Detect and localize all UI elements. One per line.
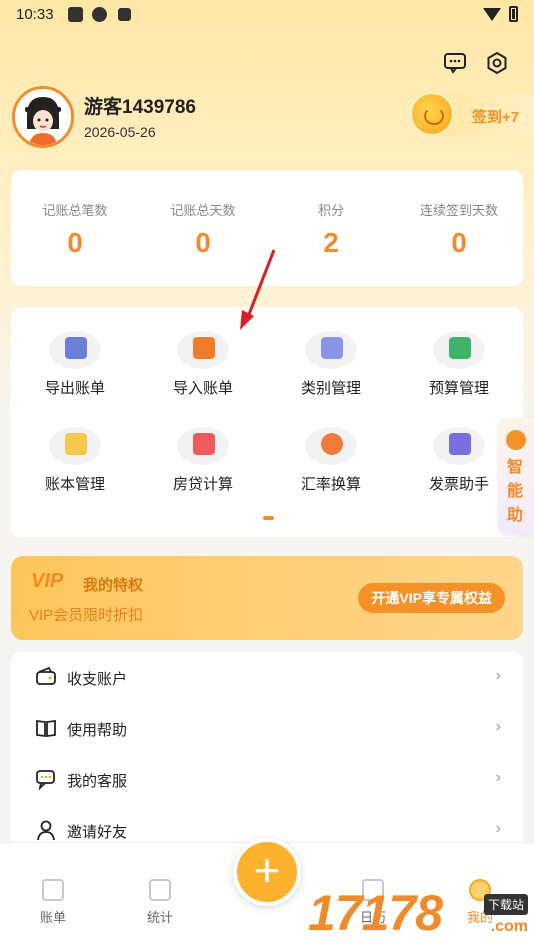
settings-icon[interactable]: [482, 48, 512, 78]
chevron-right-icon: ›: [495, 820, 501, 837]
tool-budget-management[interactable]: 预算管理: [395, 331, 523, 398]
notification-icon: [68, 7, 83, 22]
vip-logo: VIP: [31, 570, 64, 592]
profile-header[interactable]: 游客1439786 2026-05-26: [12, 86, 372, 150]
nav-label: 账单: [39, 910, 66, 925]
watermark-badge: 下载站: [483, 894, 528, 915]
checkin-button[interactable]: 签到+7: [410, 92, 534, 136]
vip-title: 我的特权: [83, 577, 144, 594]
a-notification-icon: [118, 8, 131, 21]
watermark-sub: .com: [490, 918, 528, 935]
nav-stats[interactable]: 统计: [125, 879, 195, 926]
stat-value: 2: [323, 227, 339, 258]
tool-label: 汇率换算: [300, 476, 361, 493]
tool-mortgage-calculator[interactable]: 房贷计算: [139, 427, 267, 494]
tool-category-management[interactable]: 类别管理: [267, 331, 395, 398]
checkin-label: 签到+7: [472, 109, 520, 126]
menu-label: 邀请好友: [67, 824, 128, 841]
page-indicator: [263, 516, 274, 520]
menu-item-accounts[interactable]: 收支账户 ›: [11, 652, 523, 702]
tools-grid: 导出账单 导入账单 类别管理 预算管理 账本管理 房贷计算 汇率换算 发票助手: [11, 307, 523, 537]
menu-label: 收支账户: [67, 671, 128, 688]
menu-label: 使用帮助: [67, 722, 128, 739]
category-icon: [305, 331, 357, 369]
annotation-arrow: [240, 249, 276, 330]
tool-export-bill[interactable]: 导出账单: [11, 331, 139, 398]
stat-label: 连续签到天数: [419, 203, 498, 218]
tool-label: 账本管理: [44, 476, 105, 493]
stats-icon: [149, 879, 171, 901]
refresh-icon: [506, 430, 526, 450]
tool-import-bill[interactable]: 导入账单: [139, 331, 267, 398]
tool-label: 导出账单: [44, 380, 105, 397]
vip-banner[interactable]: VIP 我的特权 VIP会员限时折扣 开通VIP享专属权益: [11, 556, 523, 640]
stat-label: 积分: [317, 203, 344, 218]
chevron-right-icon: ›: [495, 769, 501, 786]
status-time: 10:33: [16, 6, 54, 23]
smart-assistant-tab[interactable]: 智能助: [498, 418, 534, 534]
menu-item-help[interactable]: 使用帮助 ›: [11, 703, 523, 753]
add-record-button[interactable]: +: [233, 838, 301, 906]
status-bar: 10:33: [0, 0, 534, 30]
watermark-text: 17178: [308, 885, 443, 941]
tool-label: 导入账单: [172, 380, 233, 397]
vip-subtitle: VIP会员限时折扣: [29, 607, 144, 624]
bill-icon: [42, 879, 64, 901]
book-icon: [36, 719, 56, 738]
chevron-right-icon: ›: [495, 718, 501, 735]
user-date: 2026-05-26: [84, 124, 156, 140]
open-vip-button[interactable]: 开通VIP享专属权益: [358, 583, 505, 613]
mortgage-calculator-icon: [177, 427, 229, 465]
tool-label: 房贷计算: [172, 476, 233, 493]
smart-assistant-label: 智能助: [507, 459, 524, 524]
chevron-right-icon: ›: [495, 667, 501, 684]
menu-list: 收支账户 › 使用帮助 › 我的客服 › 邀请好友 ›: [11, 652, 523, 852]
wifi-icon: [483, 7, 501, 21]
tool-ledger-management[interactable]: 账本管理: [11, 427, 139, 494]
tool-exchange-rate[interactable]: 汇率换算: [267, 427, 395, 494]
wallet-icon: [36, 666, 56, 685]
coin-icon: [410, 92, 454, 136]
nav-label: 统计: [146, 910, 173, 925]
stat-consecutive-checkin: 连续签到天数 0: [395, 170, 523, 286]
avatar[interactable]: [12, 86, 74, 148]
stat-label: 记账总笔数: [42, 203, 108, 218]
invoice-icon: [433, 427, 485, 465]
tool-label: 预算管理: [428, 380, 489, 397]
budget-icon: [433, 331, 485, 369]
ledger-icon: [49, 427, 101, 465]
chat-icon: [36, 770, 55, 790]
stat-label: 记账总天数: [170, 203, 236, 218]
tool-label: 类别管理: [300, 380, 361, 397]
username: 游客1439786: [84, 97, 196, 118]
exchange-rate-icon: [305, 427, 357, 465]
import-bill-icon: [177, 331, 229, 369]
stat-value: 0: [67, 227, 83, 258]
nav-bill[interactable]: 账单: [18, 879, 88, 926]
stat-points: 积分 2: [267, 170, 395, 286]
battery-icon: [509, 6, 518, 22]
person-icon: [37, 820, 55, 841]
stat-value: 0: [451, 227, 467, 258]
watermark: 17178 下载站 .com: [308, 880, 530, 950]
stat-total-records: 记账总笔数 0: [11, 170, 139, 286]
export-bill-icon: [49, 331, 101, 369]
menu-label: 我的客服: [67, 773, 128, 790]
app-notification-icon: [92, 7, 107, 22]
menu-item-customer-service[interactable]: 我的客服 ›: [11, 754, 523, 804]
message-icon[interactable]: [440, 48, 470, 78]
